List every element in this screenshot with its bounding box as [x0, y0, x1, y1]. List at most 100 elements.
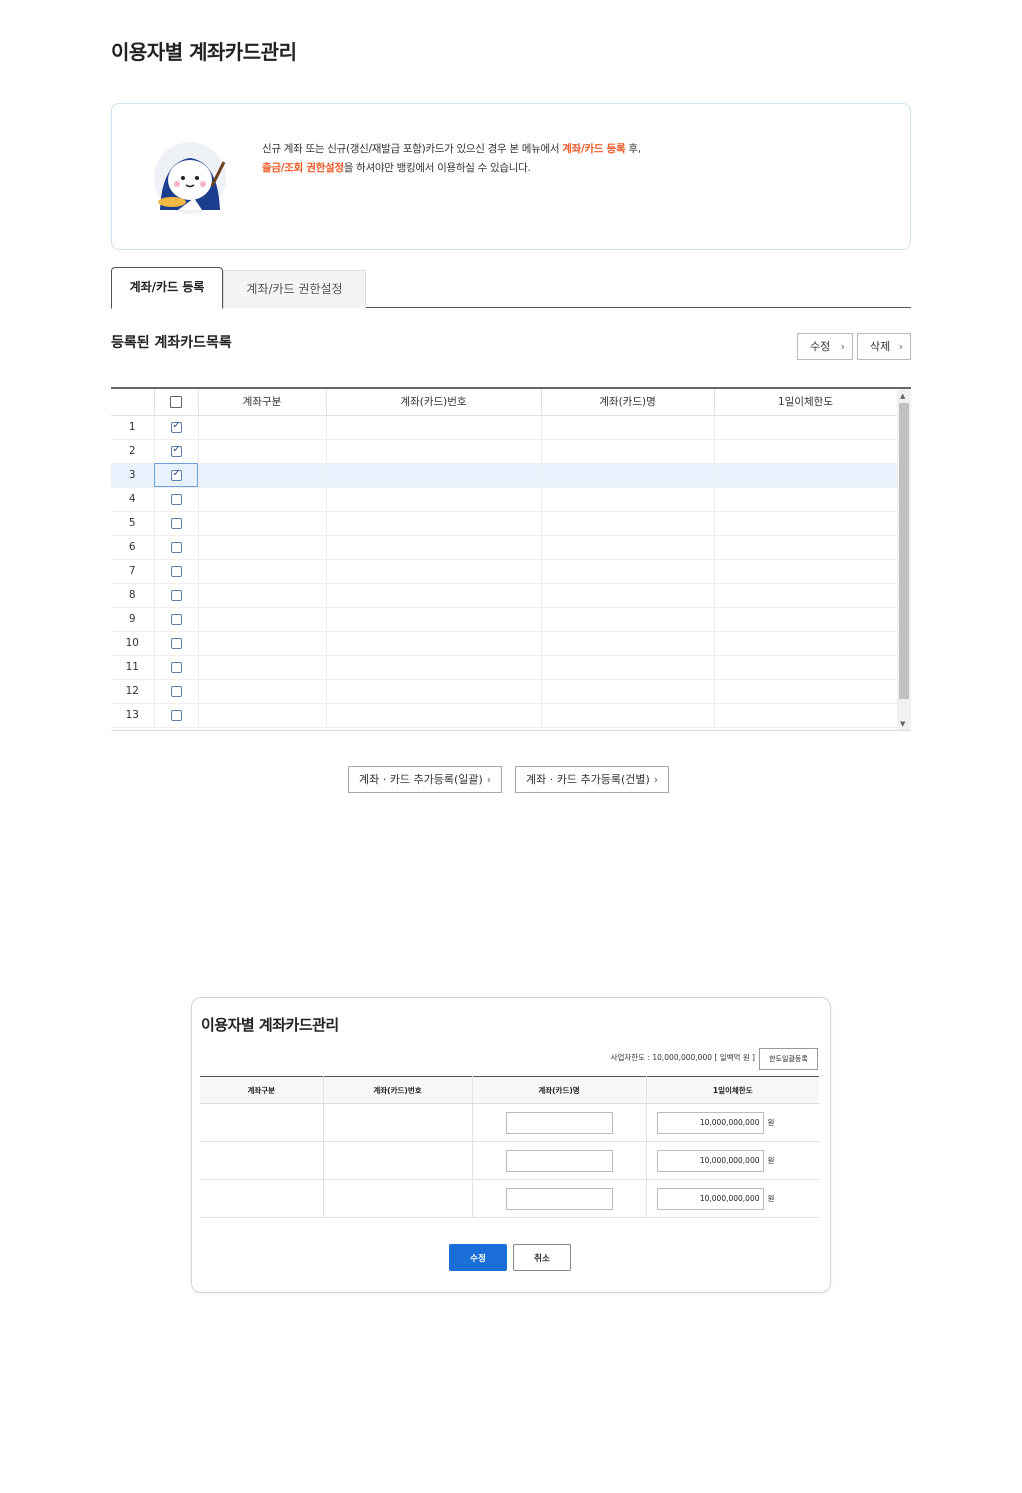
column-header: 계좌(카드)번호 — [326, 389, 542, 416]
table-cell — [326, 655, 542, 680]
row-checkbox[interactable] — [170, 613, 182, 625]
row-checkbox-cell — [154, 511, 199, 536]
account-name-input[interactable] — [505, 1187, 613, 1210]
row-number: 8 — [111, 583, 155, 608]
table-cell — [714, 583, 898, 608]
row-checkbox-cell — [154, 583, 199, 608]
table-cell — [198, 415, 327, 440]
row-checkbox[interactable] — [170, 589, 182, 601]
table-cell — [541, 631, 715, 656]
table-row[interactable]: 8 — [111, 583, 898, 608]
edit-button[interactable]: 수정 › — [797, 333, 853, 360]
account-name-input[interactable] — [505, 1149, 613, 1172]
table-row[interactable]: 11 — [111, 655, 898, 680]
grid-scrollbar[interactable]: ▲ ▼ — [897, 389, 911, 730]
table-row[interactable]: 7 — [111, 559, 898, 584]
table-cell — [714, 703, 898, 728]
row-checkbox[interactable] — [170, 541, 182, 553]
account-name-input[interactable] — [505, 1111, 613, 1134]
save-button[interactable]: 수정 — [449, 1244, 507, 1271]
row-checkbox-cell — [154, 535, 199, 560]
column-header: 1일이체한도 — [714, 389, 898, 416]
single-add-button[interactable]: 계좌 · 카드 추가등록(건별) › — [515, 766, 670, 793]
tab-account-card-register[interactable]: 계좌/카드 등록 — [111, 267, 223, 309]
row-checkbox-cell — [154, 655, 199, 680]
tab-account-card-permission[interactable]: 계좌/카드 권한설정 — [223, 270, 366, 308]
row-number: 6 — [111, 535, 155, 560]
table-cell — [326, 559, 542, 584]
table-cell — [198, 535, 327, 560]
daily-limit-input[interactable]: 10,000,000,000 — [656, 1111, 764, 1134]
column-header: 1일이체한도 — [646, 1076, 819, 1104]
delete-button[interactable]: 삭제 › — [857, 333, 911, 360]
row-number: 11 — [111, 655, 155, 680]
table-cell — [541, 583, 715, 608]
table-cell — [326, 607, 542, 632]
table-cell — [198, 559, 327, 584]
table-cell — [541, 655, 715, 680]
table-row[interactable]: 10 — [111, 631, 898, 656]
table-cell — [198, 511, 327, 536]
table-cell — [326, 439, 542, 464]
row-number: 2 — [111, 439, 155, 464]
table-cell — [326, 535, 542, 560]
table-row[interactable]: 4 — [111, 487, 898, 512]
table-row[interactable]: 13 — [111, 703, 898, 728]
scroll-up-icon[interactable]: ▲ — [900, 392, 905, 400]
bulk-add-button[interactable]: 계좌 · 카드 추가등록(일괄) › — [348, 766, 503, 793]
row-checkbox-cell — [154, 487, 199, 512]
chevron-right-icon: › — [486, 773, 492, 786]
table-row[interactable]: 9 — [111, 607, 898, 632]
row-checkbox[interactable] — [170, 517, 182, 529]
cancel-button[interactable]: 취소 — [513, 1244, 571, 1271]
row-checkbox[interactable] — [170, 493, 182, 505]
select-all-checkbox[interactable] — [170, 395, 182, 408]
table-cell — [198, 679, 327, 704]
table-cell — [541, 535, 715, 560]
table-cell — [714, 415, 898, 440]
column-header: 계좌(카드)명 — [541, 389, 715, 416]
daily-limit-input[interactable]: 10,000,000,000 — [656, 1149, 764, 1172]
row-checkbox[interactable] — [170, 685, 182, 697]
table-row[interactable]: 1 — [111, 415, 898, 440]
table-cell — [326, 415, 542, 440]
table-row[interactable]: 6 — [111, 535, 898, 560]
table-cell — [198, 607, 327, 632]
account-card-grid: 계좌구분 계좌(카드)번호 계좌(카드)명 1일이체한도 12345678910… — [111, 387, 911, 731]
row-checkbox-cell — [154, 607, 199, 632]
table-cell — [541, 559, 715, 584]
table-cell — [198, 655, 327, 680]
limit-bulk-register-button[interactable]: 한도일괄등록 — [759, 1048, 818, 1070]
row-checkbox-cell — [154, 463, 199, 488]
select-all-header — [154, 389, 199, 416]
row-checkbox-cell — [154, 631, 199, 656]
table-row[interactable]: 3 — [111, 463, 898, 488]
table-row[interactable]: 2 — [111, 439, 898, 464]
scroll-thumb[interactable] — [899, 403, 909, 699]
currency-unit: 원 — [767, 1118, 775, 1127]
row-checkbox[interactable] — [170, 709, 182, 721]
currency-unit: 원 — [767, 1194, 775, 1203]
daily-limit-input[interactable]: 10,000,000,000 — [656, 1187, 764, 1210]
modal-title: 이용자별 계좌카드관리 — [201, 1016, 339, 1034]
row-checkbox[interactable] — [170, 420, 182, 433]
table-cell — [714, 679, 898, 704]
currency-unit: 원 — [767, 1156, 775, 1165]
row-number: 10 — [111, 631, 155, 656]
row-checkbox[interactable] — [170, 661, 182, 673]
row-checkbox[interactable] — [170, 565, 182, 577]
row-checkbox[interactable] — [170, 468, 182, 481]
chevron-right-icon: › — [840, 340, 845, 353]
table-cell — [326, 583, 542, 608]
table-row[interactable]: 5 — [111, 511, 898, 536]
table-cell — [714, 535, 898, 560]
notice-highlight-permission: 출금/조회 권한설정 — [262, 162, 344, 174]
table-cell — [714, 463, 898, 488]
row-checkbox[interactable] — [170, 637, 182, 649]
scroll-down-icon[interactable]: ▼ — [900, 720, 905, 728]
section-title: 등록된 계좌카드목록 — [111, 335, 232, 351]
table-cell — [714, 559, 898, 584]
table-cell — [714, 439, 898, 464]
row-checkbox[interactable] — [170, 444, 182, 457]
table-row[interactable]: 12 — [111, 679, 898, 704]
